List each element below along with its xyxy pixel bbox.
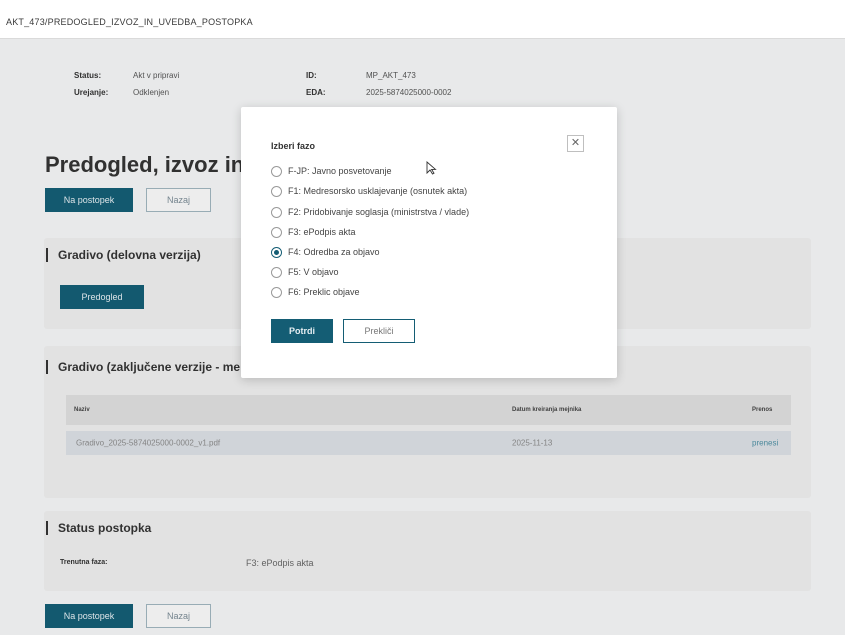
radio-label: F3: ePodpis akta bbox=[288, 227, 356, 237]
radio-option-f4[interactable]: F4: Odredba za objavo bbox=[271, 244, 380, 260]
radio-circle[interactable] bbox=[271, 165, 282, 177]
radio-label: F-JP: Javno posvetovanje bbox=[288, 166, 392, 176]
radio-label: F5: V objavo bbox=[288, 267, 339, 277]
preklici-button[interactable]: Prekliči bbox=[343, 319, 415, 343]
radio-label: F6: Preklic objave bbox=[288, 287, 360, 297]
mouse-cursor-icon bbox=[426, 161, 437, 175]
potrdi-button[interactable]: Potrdi bbox=[271, 319, 333, 343]
radio-label: F1: Medresorsko usklajevanje (osnutek ak… bbox=[288, 186, 468, 196]
radio-circle[interactable] bbox=[271, 226, 282, 238]
radio-label: F4: Odredba za objavo bbox=[288, 247, 380, 257]
radio-circle[interactable] bbox=[271, 206, 282, 218]
close-button[interactable]: ✕ bbox=[567, 135, 584, 152]
radio-option-f5[interactable]: F5: V objavo bbox=[271, 264, 339, 280]
radio-option-f6[interactable]: F6: Preklic objave bbox=[271, 284, 360, 300]
modal-title: Izberi fazo bbox=[271, 141, 316, 151]
top-bar: AKT_473/PREDOGLED_IZVOZ_IN_UVEDBA_POSTOP… bbox=[0, 0, 845, 39]
izberi-fazo-modal: Izberi fazo ✕ F-JP: Javno posvetovanje F… bbox=[241, 107, 617, 378]
close-icon: ✕ bbox=[570, 137, 581, 149]
radio-option-f2[interactable]: F2: Pridobivanje soglasja (ministrstva /… bbox=[271, 204, 469, 220]
radio-option-f1[interactable]: F1: Medresorsko usklajevanje (osnutek ak… bbox=[271, 183, 467, 199]
radio-label: F2: Pridobivanje soglasja (ministrstva /… bbox=[288, 207, 470, 217]
radio-option-fjp[interactable]: F-JP: Javno posvetovanje bbox=[271, 163, 392, 179]
radio-circle[interactable] bbox=[271, 266, 282, 278]
radio-option-f3[interactable]: F3: ePodpis akta bbox=[271, 224, 356, 240]
breadcrumb: AKT_473/PREDOGLED_IZVOZ_IN_UVEDBA_POSTOP… bbox=[6, 17, 253, 27]
radio-circle-checked[interactable] bbox=[271, 246, 282, 258]
radio-circle[interactable] bbox=[271, 185, 282, 197]
radio-circle[interactable] bbox=[271, 286, 282, 298]
